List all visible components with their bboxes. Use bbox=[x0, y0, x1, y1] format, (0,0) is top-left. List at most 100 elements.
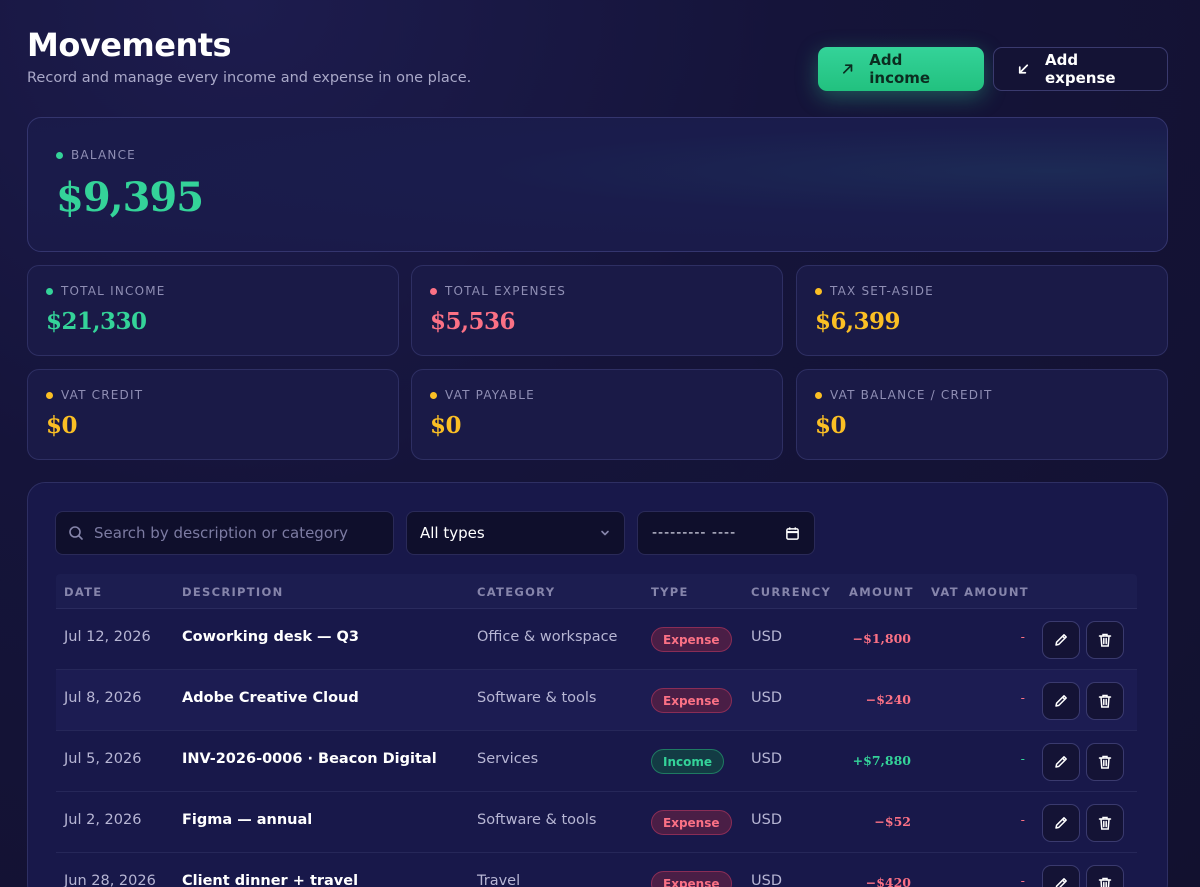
row-vat-amount: - bbox=[1020, 752, 1025, 766]
stat-label-row: TOTAL EXPENSES bbox=[430, 284, 566, 298]
stat-card-total-income: TOTAL INCOME $21,330 bbox=[27, 265, 399, 356]
stat-label-row: TOTAL INCOME bbox=[46, 284, 166, 298]
table-row[interactable]: Jul 2, 2026 Figma — annual Software & to… bbox=[56, 792, 1137, 853]
page-title: Movements bbox=[27, 26, 232, 64]
stat-value: $5,536 bbox=[430, 308, 516, 335]
delete-button[interactable] bbox=[1086, 621, 1124, 659]
row-date: Jul 8, 2026 bbox=[64, 690, 142, 706]
row-description: Coworking desk — Q3 bbox=[182, 629, 359, 645]
column-header-vat-amount[interactable]: VAT AMOUNT bbox=[931, 585, 1029, 599]
row-category: Software & tools bbox=[477, 690, 597, 706]
stat-card-vat-payable: VAT PAYABLE $0 bbox=[411, 369, 783, 460]
type-select[interactable]: All types bbox=[406, 511, 625, 555]
row-date: Jun 28, 2026 bbox=[64, 873, 156, 887]
stat-card-vat-credit: VAT CREDIT $0 bbox=[27, 369, 399, 460]
pencil-icon bbox=[1055, 817, 1067, 829]
type-badge: Expense bbox=[651, 810, 732, 835]
delete-button[interactable] bbox=[1086, 743, 1124, 781]
page-subtitle: Record and manage every income and expen… bbox=[27, 70, 472, 86]
stat-card-tax-set-aside: TAX SET-ASIDE $6,399 bbox=[796, 265, 1168, 356]
trash-icon bbox=[1098, 816, 1112, 830]
edit-button[interactable] bbox=[1042, 865, 1080, 887]
stat-label: VAT PAYABLE bbox=[445, 388, 535, 402]
add-expense-label: Add expense bbox=[1045, 51, 1116, 87]
delete-button[interactable] bbox=[1086, 682, 1124, 720]
pencil-icon bbox=[1055, 634, 1067, 646]
balance-dot-icon bbox=[56, 151, 63, 159]
tax-dot-icon bbox=[815, 287, 822, 295]
row-vat-amount: - bbox=[1020, 813, 1025, 827]
column-header-amount[interactable]: AMOUNT bbox=[849, 585, 914, 599]
stat-label-row: VAT PAYABLE bbox=[430, 388, 535, 402]
type-badge: Expense bbox=[651, 627, 732, 652]
column-header-date[interactable]: DATE bbox=[64, 585, 102, 599]
date-filter-input[interactable]: --------- ---- bbox=[637, 511, 815, 555]
trash-icon bbox=[1098, 633, 1112, 647]
table-header: DATE DESCRIPTION CATEGORY TYPE CURRENCY … bbox=[56, 574, 1137, 609]
stat-label-row: TAX SET-ASIDE bbox=[815, 284, 934, 298]
chevron-down-icon bbox=[601, 530, 609, 536]
vat-dot-icon bbox=[815, 391, 822, 399]
income-dot-icon bbox=[46, 287, 53, 295]
header-actions: Add income Add expense bbox=[818, 47, 1168, 91]
balance-label: BALANCE bbox=[71, 148, 136, 162]
type-badge: Income bbox=[651, 749, 725, 774]
add-income-button[interactable]: Add income bbox=[818, 47, 984, 91]
stat-value: $0 bbox=[815, 412, 847, 439]
balance-label-row: BALANCE bbox=[56, 148, 136, 162]
edit-button[interactable] bbox=[1042, 743, 1080, 781]
stat-card-vat-balance: VAT BALANCE / CREDIT $0 bbox=[796, 369, 1168, 460]
column-header-currency[interactable]: CURRENCY bbox=[751, 585, 831, 599]
search-input[interactable] bbox=[94, 524, 384, 542]
stat-label: TOTAL EXPENSES bbox=[445, 284, 567, 298]
stat-label-row: VAT BALANCE / CREDIT bbox=[815, 388, 993, 402]
movements-table: DATE DESCRIPTION CATEGORY TYPE CURRENCY … bbox=[56, 574, 1137, 887]
row-currency: USD bbox=[751, 751, 782, 767]
date-filter-value: --------- ---- bbox=[652, 525, 737, 541]
delete-button[interactable] bbox=[1086, 865, 1124, 887]
row-description: Figma — annual bbox=[182, 812, 313, 828]
stat-value: $0 bbox=[430, 412, 462, 439]
expense-dot-icon bbox=[430, 287, 437, 295]
type-select-value: All types bbox=[420, 524, 485, 542]
type-badge: Expense bbox=[651, 688, 732, 713]
row-description: INV-2026-0006 · Beacon Digital bbox=[182, 751, 437, 767]
column-header-description[interactable]: DESCRIPTION bbox=[182, 585, 284, 599]
table-row[interactable]: Jul 8, 2026 Adobe Creative Cloud Softwar… bbox=[56, 670, 1137, 731]
edit-button[interactable] bbox=[1042, 804, 1080, 842]
stat-value: $6,399 bbox=[815, 308, 901, 335]
delete-button[interactable] bbox=[1086, 804, 1124, 842]
search-icon bbox=[69, 526, 83, 540]
row-description: Adobe Creative Cloud bbox=[182, 690, 359, 706]
stat-label: VAT BALANCE / CREDIT bbox=[830, 388, 993, 402]
row-category: Services bbox=[477, 751, 539, 767]
table-row[interactable]: Jun 28, 2026 Client dinner + travel Trav… bbox=[56, 853, 1137, 887]
type-badge: Expense bbox=[651, 871, 732, 887]
table-row[interactable]: Jul 12, 2026 Coworking desk — Q3 Office … bbox=[56, 609, 1137, 670]
row-category: Office & workspace bbox=[477, 629, 618, 645]
trash-icon bbox=[1098, 755, 1112, 769]
filter-bar: All types --------- ---- bbox=[55, 511, 815, 555]
table-row[interactable]: Jul 5, 2026 INV-2026-0006 · Beacon Digit… bbox=[56, 731, 1137, 792]
row-currency: USD bbox=[751, 812, 782, 828]
calendar-icon[interactable] bbox=[785, 526, 800, 541]
search-box[interactable] bbox=[55, 511, 394, 555]
row-amount: −$240 bbox=[865, 692, 911, 707]
stat-label: TOTAL INCOME bbox=[61, 284, 166, 298]
row-date: Jul 12, 2026 bbox=[64, 629, 151, 645]
column-header-category[interactable]: CATEGORY bbox=[477, 585, 555, 599]
balance-card: BALANCE $9,395 bbox=[27, 117, 1168, 252]
pencil-icon bbox=[1055, 878, 1067, 887]
edit-button[interactable] bbox=[1042, 682, 1080, 720]
stat-label-row: VAT CREDIT bbox=[46, 388, 143, 402]
add-expense-button[interactable]: Add expense bbox=[993, 47, 1168, 91]
row-description: Client dinner + travel bbox=[182, 873, 359, 887]
edit-button[interactable] bbox=[1042, 621, 1080, 659]
pencil-icon bbox=[1055, 695, 1067, 707]
column-header-type[interactable]: TYPE bbox=[651, 585, 689, 599]
row-amount: −$420 bbox=[865, 875, 911, 887]
stat-card-total-expenses: TOTAL EXPENSES $5,536 bbox=[411, 265, 783, 356]
row-currency: USD bbox=[751, 873, 782, 887]
movements-panel: All types --------- ---- DATE DESCRIPTIO… bbox=[27, 482, 1168, 887]
page-header: Movements Record and manage every income… bbox=[27, 0, 1168, 118]
